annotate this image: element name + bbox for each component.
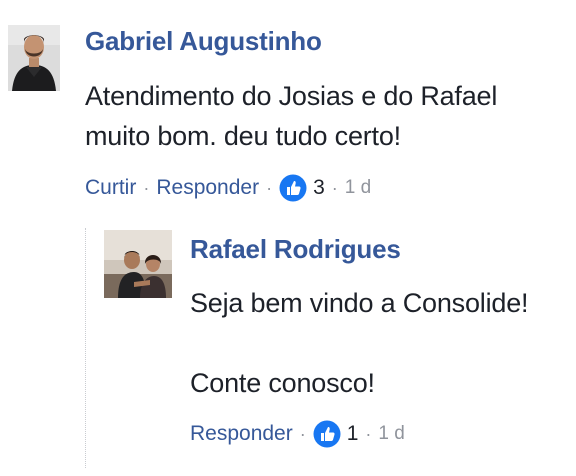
comment-actions: Curtir · Responder · 3 · 1 d (85, 172, 371, 204)
like-button[interactable]: Curtir (85, 176, 136, 200)
thumbs-up-icon[interactable] (313, 420, 341, 448)
reaction-count[interactable]: 3 (313, 176, 325, 200)
separator: · (331, 177, 338, 198)
timestamp[interactable]: 1 d (345, 177, 371, 199)
timestamp[interactable]: 1 d (378, 423, 404, 445)
reply-button[interactable]: Responder (156, 176, 259, 200)
separator: · (365, 423, 372, 444)
reply-text-line: Conte conosco! (190, 368, 375, 398)
separator: · (266, 177, 273, 198)
avatar-photo (8, 25, 60, 91)
avatar[interactable] (8, 25, 60, 91)
reply-author[interactable]: Rafael Rodrigues (190, 234, 401, 265)
avatar[interactable] (104, 230, 172, 298)
reply-text-line: Seja bem vindo a Consolide! (190, 288, 529, 318)
reply-comment: Rafael Rodrigues Seja bem vindo a Consol… (0, 228, 576, 476)
reaction-count[interactable]: 1 (347, 422, 359, 446)
thumbs-up-icon[interactable] (279, 174, 307, 202)
reply-button[interactable]: Responder (190, 422, 293, 446)
comment: Gabriel Augustinho Atendimento do Josias… (0, 0, 576, 230)
comment-author[interactable]: Gabriel Augustinho (85, 26, 322, 57)
reply-actions: Responder · 1 · 1 d (190, 418, 405, 450)
comment-text: Atendimento do Josias e do Rafael muito … (85, 81, 498, 151)
separator: · (143, 177, 150, 198)
avatar-photo (104, 230, 172, 298)
separator: · (299, 423, 306, 444)
